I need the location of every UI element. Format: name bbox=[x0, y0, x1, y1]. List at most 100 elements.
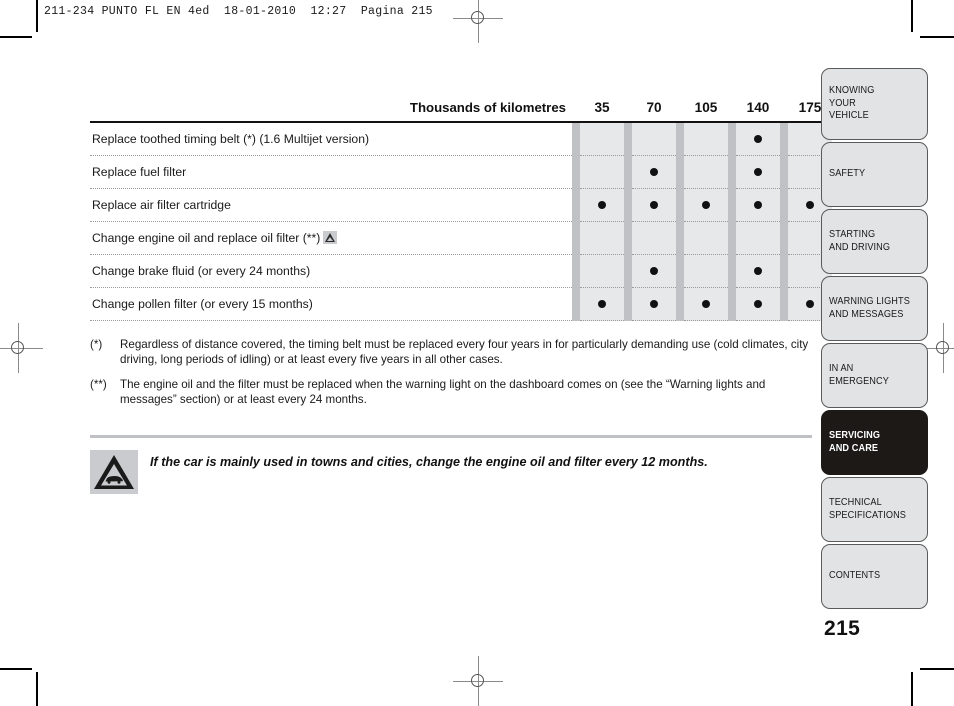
empty-cell-marker bbox=[702, 234, 710, 242]
table-cell-35k bbox=[580, 221, 624, 255]
empty-cell-marker bbox=[702, 135, 710, 143]
table-row: Change engine oil and replace oil filter… bbox=[90, 221, 832, 255]
sidebar-tab-label-line: YOUR bbox=[829, 97, 856, 109]
column-separator bbox=[624, 122, 632, 156]
column-separator bbox=[572, 188, 580, 222]
sidebar-tab-safety[interactable]: SAFETY bbox=[821, 142, 928, 207]
empty-cell-marker bbox=[806, 168, 814, 176]
crop-mark-top-right-vertical bbox=[911, 0, 913, 32]
table-header-col-3: 140 bbox=[736, 100, 780, 123]
sidebar-tab-label: IN AN EMERGENCY bbox=[829, 363, 896, 388]
column-separator bbox=[676, 188, 684, 222]
table-row: Replace fuel filter bbox=[90, 155, 832, 189]
crop-mark-top-left-vertical bbox=[36, 0, 38, 32]
sidebar-tab-label-line: EMERGENCY bbox=[829, 375, 889, 387]
table-cell-70k bbox=[632, 287, 676, 321]
column-separator bbox=[572, 221, 580, 255]
table-cell-35k bbox=[580, 122, 624, 156]
column-separator bbox=[728, 221, 736, 255]
section-divider bbox=[90, 435, 812, 439]
empty-cell-marker bbox=[598, 168, 606, 176]
empty-cell-marker bbox=[754, 234, 762, 242]
empty-cell-marker bbox=[650, 234, 658, 242]
column-separator bbox=[676, 155, 684, 189]
registration-mark-bottom bbox=[453, 656, 503, 706]
sidebar-tab-label-line: SPECIFICATIONS bbox=[829, 509, 907, 521]
sidebar-tab-servicing-and-care[interactable]: SERVICING AND CARE bbox=[821, 410, 928, 475]
sidebar-tab-warning-lights-and-messages[interactable]: WARNING LIGHTS AND MESSAGES bbox=[821, 276, 928, 341]
column-separator bbox=[780, 122, 788, 156]
sidebar-tab-label-line: SAFETY bbox=[829, 168, 866, 180]
empty-cell-marker bbox=[598, 267, 606, 275]
table-cell-105k bbox=[684, 287, 728, 321]
sidebar-tab-in-an-emergency[interactable]: IN AN EMERGENCY bbox=[821, 343, 928, 408]
crop-mark-bottom-left-horizontal bbox=[0, 668, 32, 670]
warning-triangle-icon bbox=[323, 230, 338, 244]
table-cell-70k bbox=[632, 188, 676, 222]
column-separator bbox=[728, 188, 736, 222]
empty-cell-marker bbox=[598, 135, 606, 143]
table-row-label-text: Replace toothed timing belt (*) (1.6 Mul… bbox=[92, 131, 370, 146]
car-warning-triangle-icon bbox=[90, 450, 138, 495]
sidebar-tab-label: WARNING LIGHTS AND MESSAGES bbox=[829, 296, 919, 321]
sidebar-tab-label-line: AND MESSAGES bbox=[829, 308, 904, 320]
table-cell-35k bbox=[580, 155, 624, 189]
service-dot-icon bbox=[650, 300, 658, 308]
warning-note: If the car is mainly used in towns and c… bbox=[90, 450, 812, 495]
service-dot-icon bbox=[754, 135, 762, 143]
column-separator bbox=[624, 155, 632, 189]
column-separator bbox=[780, 100, 788, 123]
table-row-label: Change engine oil and replace oil filter… bbox=[90, 221, 572, 255]
service-dot-icon bbox=[702, 300, 710, 308]
table-header-col-0: 35 bbox=[580, 100, 624, 123]
column-separator bbox=[624, 100, 632, 123]
sidebar-tab-knowing-your-vehicle[interactable]: KNOWING YOUR VEHICLE bbox=[821, 68, 928, 140]
table-row-label-text: Replace air filter cartridge bbox=[92, 197, 231, 212]
table-row-label-text: Change brake fluid (or every 24 months) bbox=[92, 263, 311, 278]
column-separator bbox=[780, 221, 788, 255]
page-content: Thousands of kilometres 35 70 105 140 17… bbox=[90, 100, 832, 495]
sidebar-tab-label-line: SERVICING bbox=[829, 430, 881, 442]
column-separator bbox=[572, 155, 580, 189]
footnotes: (*) Regardless of distance covered, the t… bbox=[90, 337, 812, 407]
empty-cell-marker bbox=[806, 267, 814, 275]
sidebar-tab-label-line: STARTING bbox=[829, 229, 876, 241]
table-row-label-text: Replace fuel filter bbox=[92, 164, 187, 179]
sidebar-tab-starting-and-driving[interactable]: STARTING AND DRIVING bbox=[821, 209, 928, 274]
table-row: Change brake fluid (or every 24 months) bbox=[90, 254, 832, 288]
table-body: Replace toothed timing belt (*) (1.6 Mul… bbox=[90, 122, 832, 321]
column-separator bbox=[780, 188, 788, 222]
table-cell-35k bbox=[580, 188, 624, 222]
column-separator bbox=[624, 287, 632, 321]
service-dot-icon bbox=[598, 300, 606, 308]
table-cell-70k bbox=[632, 221, 676, 255]
sidebar-tab-contents[interactable]: CONTENTS bbox=[821, 544, 928, 609]
sidebar-tab-label: TECHNICAL SPECIFICATIONS bbox=[829, 497, 915, 522]
service-dot-icon bbox=[702, 201, 710, 209]
sidebar-tab-label: CONTENTS bbox=[829, 570, 886, 582]
sidebar-tab-technical-specifications[interactable]: TECHNICAL SPECIFICATIONS bbox=[821, 477, 928, 542]
table-cell-140k bbox=[736, 122, 780, 156]
table-row: Change pollen filter (or every 15 months… bbox=[90, 287, 832, 321]
footnote-text: The engine oil and the filter must be re… bbox=[120, 377, 766, 406]
column-separator bbox=[572, 100, 580, 123]
column-separator bbox=[728, 254, 736, 288]
table-row: Replace air filter cartridge bbox=[90, 188, 832, 222]
empty-cell-marker bbox=[806, 135, 814, 143]
table-row-label: Change pollen filter (or every 15 months… bbox=[90, 287, 572, 321]
table-row-label: Replace toothed timing belt (*) (1.6 Mul… bbox=[90, 122, 572, 156]
table-cell-70k bbox=[632, 122, 676, 156]
column-separator bbox=[676, 221, 684, 255]
column-separator bbox=[780, 287, 788, 321]
table-cell-35k bbox=[580, 254, 624, 288]
service-dot-icon bbox=[754, 300, 762, 308]
empty-cell-marker bbox=[650, 135, 658, 143]
empty-cell-marker bbox=[702, 267, 710, 275]
running-head: 211-234 PUNTO FL EN 4ed 18-01-2010 12:27… bbox=[44, 5, 433, 18]
table-header-col-2: 105 bbox=[684, 100, 728, 123]
column-separator bbox=[728, 155, 736, 189]
service-dot-icon bbox=[806, 201, 814, 209]
table-cell-140k bbox=[736, 188, 780, 222]
column-separator bbox=[676, 287, 684, 321]
sidebar-tab-label-line: WARNING LIGHTS bbox=[829, 296, 910, 308]
